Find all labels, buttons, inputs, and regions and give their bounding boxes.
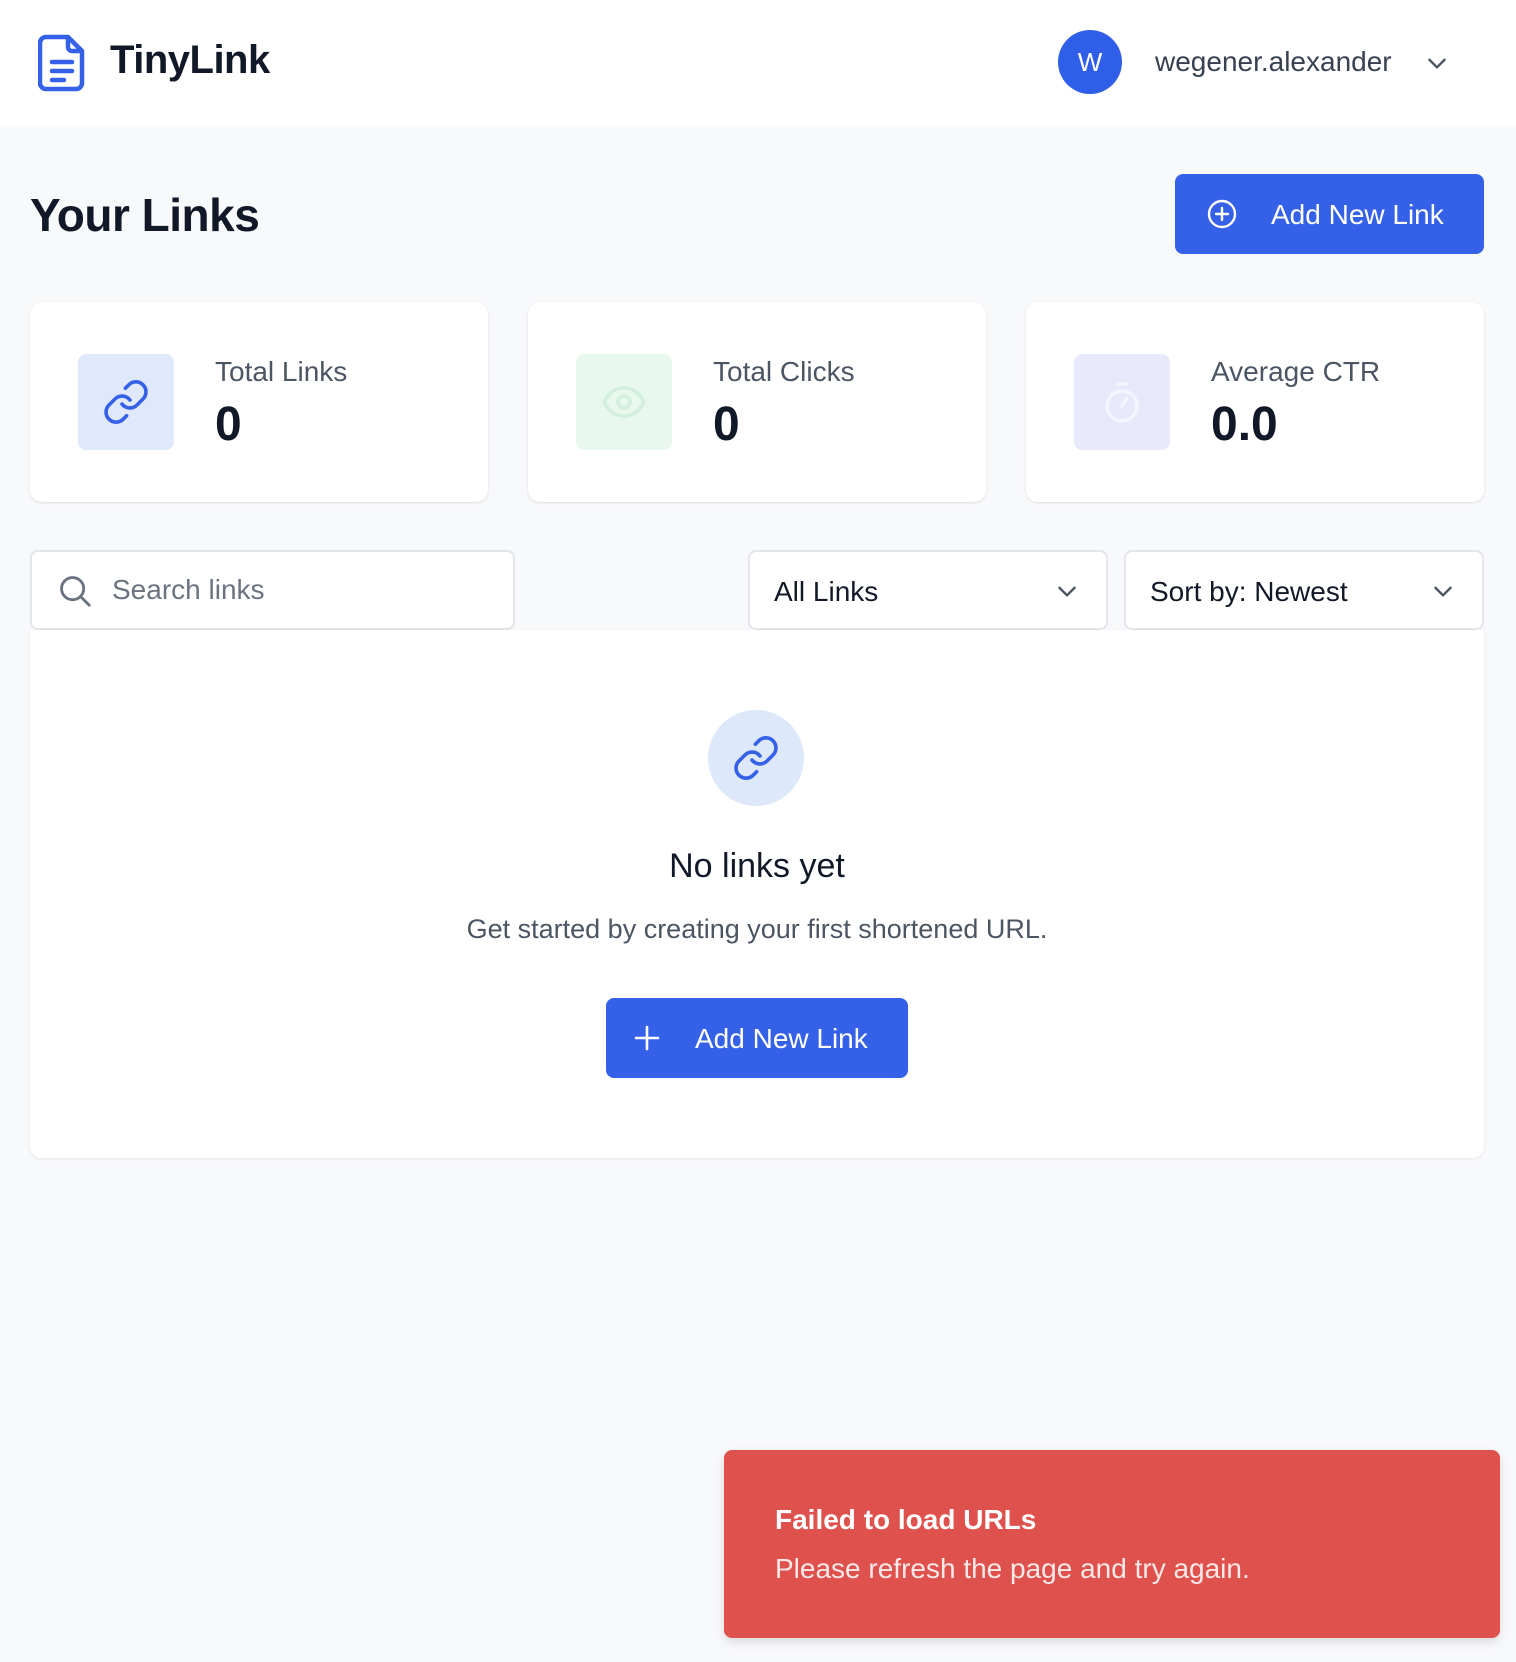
add-new-link-button[interactable]: Add New Link — [1175, 174, 1484, 254]
stat-card-average-ctr: Average CTR 0.0 — [1026, 302, 1484, 502]
link-icon — [104, 380, 148, 424]
empty-state-title: No links yet — [669, 847, 845, 885]
stat-icon-box — [78, 354, 174, 450]
sort-select[interactable]: Sort by: Newest — [1124, 550, 1484, 630]
toast-title: Failed to load URLs — [775, 1504, 1037, 1535]
stopwatch-icon — [1105, 382, 1139, 423]
search-input[interactable] — [112, 552, 502, 628]
empty-state-description: Get started by creating your first short… — [466, 914, 1048, 944]
chevron-down-icon — [1434, 586, 1452, 597]
stat-card-total-clicks: Total Clicks 0 — [528, 302, 986, 502]
stat-value: 0 — [215, 398, 242, 451]
toast-message: Please refresh the page and try again. — [775, 1553, 1250, 1584]
link-icon — [734, 736, 778, 780]
error-toast[interactable]: Failed to load URLs Please refresh the p… — [724, 1450, 1500, 1638]
top-navbar: TinyLink W wegener.alexander — [0, 0, 1516, 126]
document-icon — [38, 34, 85, 92]
stat-icon-box — [1074, 354, 1170, 450]
links-empty-state: No links yet Get started by creating you… — [30, 630, 1484, 1158]
empty-state-icon-circle — [708, 710, 804, 806]
chevron-down-icon[interactable] — [1424, 50, 1450, 76]
stat-label: Total Links — [215, 356, 348, 387]
plus-icon — [634, 1025, 660, 1051]
chevron-down-icon — [1058, 586, 1076, 597]
app-name[interactable]: TinyLink — [110, 38, 270, 83]
username[interactable]: wegener.alexander — [1155, 46, 1392, 78]
page-title: Your Links — [30, 189, 260, 241]
stat-value: 0 — [713, 398, 740, 451]
empty-state-add-link-label: Add New Link — [695, 1023, 868, 1054]
stat-label: Total Clicks — [713, 356, 855, 387]
link-type-select[interactable]: All Links — [748, 550, 1108, 630]
plus-circle-icon — [1207, 199, 1237, 229]
stat-value: 0.0 — [1211, 398, 1278, 451]
stat-card-total-links: Total Links 0 — [30, 302, 488, 502]
search-box[interactable] — [30, 550, 515, 630]
search-icon — [60, 576, 91, 607]
user-menu[interactable]: W wegener.alexander — [1058, 30, 1458, 96]
avatar[interactable]: W — [1058, 30, 1122, 94]
sort-select-value: Sort by: Newest — [1150, 576, 1348, 607]
link-type-select-value: All Links — [774, 576, 879, 607]
eye-icon — [602, 386, 646, 418]
add-new-link-label: Add New Link — [1271, 199, 1444, 230]
empty-state-add-link-button[interactable]: Add New Link — [606, 998, 908, 1078]
stat-icon-box — [576, 354, 672, 450]
stat-label: Average CTR — [1211, 356, 1381, 387]
